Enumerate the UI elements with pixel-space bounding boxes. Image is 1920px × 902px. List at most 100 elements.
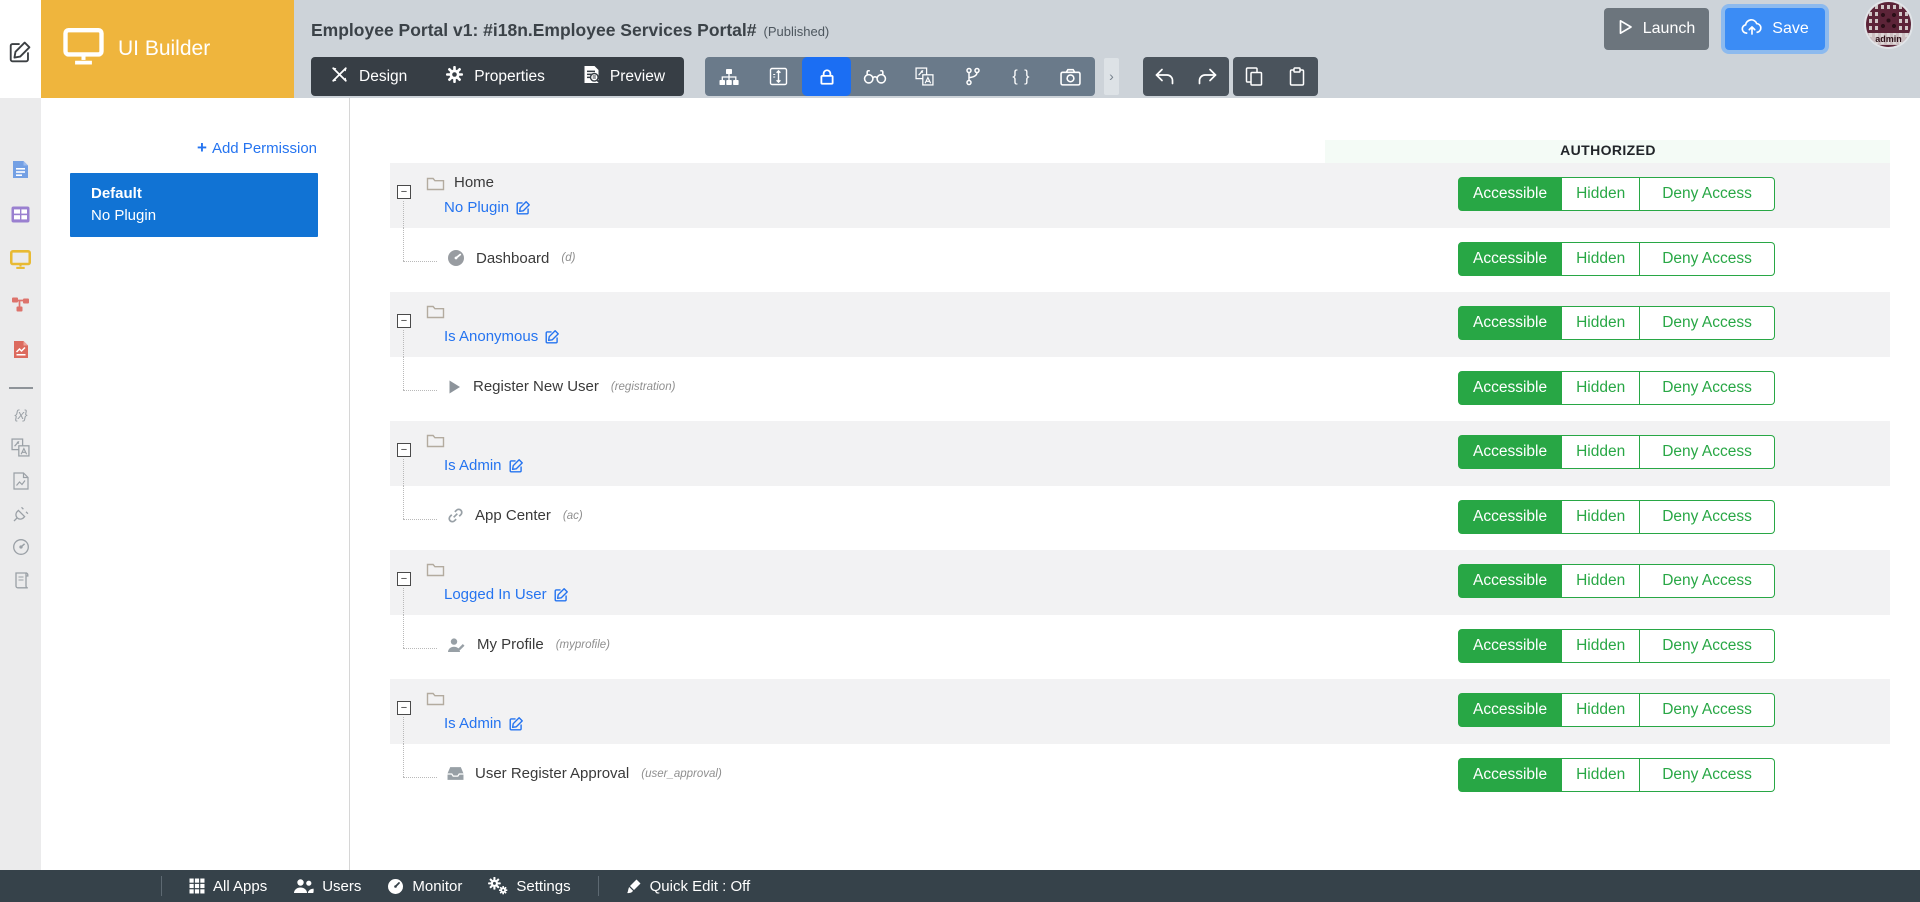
add-permission-link[interactable]: + Add Permission [41, 138, 317, 158]
menu-item[interactable]: App Center (ac) [447, 507, 583, 524]
preview-button[interactable]: Preview [564, 57, 684, 96]
tool-translate-icon[interactable] [900, 57, 949, 96]
access-option-deny-access[interactable]: Deny Access [1640, 242, 1775, 276]
design-button[interactable]: Design [311, 57, 426, 96]
access-option-hidden[interactable]: Hidden [1562, 500, 1641, 534]
tool-binoculars-icon[interactable] [851, 57, 900, 96]
permission-link[interactable]: Is Admin [444, 715, 524, 732]
tool-braces-icon[interactable]: { } [997, 57, 1046, 96]
edit-icon [516, 200, 531, 215]
rail-item-userview-icon[interactable] [10, 250, 31, 269]
undo-button[interactable] [1143, 57, 1186, 96]
access-option-hidden[interactable]: Hidden [1562, 758, 1641, 792]
access-option-deny-access[interactable]: Deny Access [1640, 435, 1775, 469]
access-option-hidden[interactable]: Hidden [1562, 693, 1641, 727]
toolbar-scroll-right-chevron[interactable]: › [1104, 58, 1119, 95]
rail-item-resources-icon[interactable] [12, 471, 29, 490]
collapse-toggle[interactable]: − [397, 572, 411, 586]
access-option-deny-access[interactable]: Deny Access [1640, 693, 1775, 727]
access-option-hidden[interactable]: Hidden [1562, 564, 1641, 598]
access-option-hidden[interactable]: Hidden [1562, 629, 1641, 663]
published-status: (Published) [763, 24, 830, 39]
footer-item-all-apps[interactable]: All Apps [189, 878, 267, 895]
rail-item-report-icon[interactable] [13, 340, 29, 359]
permission-link[interactable]: Is Anonymous [444, 328, 560, 345]
access-option-deny-access[interactable]: Deny Access [1640, 306, 1775, 340]
access-option-deny-access[interactable]: Deny Access [1640, 177, 1775, 211]
access-option-accessible[interactable]: Accessible [1458, 693, 1563, 727]
permission-link-label: Is Anonymous [444, 328, 539, 345]
rail-item-variable-icon[interactable]: {x} [14, 405, 27, 424]
app-name: UI Builder [118, 37, 211, 60]
menu-item[interactable]: My Profile (myprofile) [447, 636, 610, 653]
rail-item-i18n-icon[interactable] [11, 438, 30, 457]
access-option-hidden[interactable]: Hidden [1562, 371, 1641, 405]
access-option-accessible[interactable]: Accessible [1458, 177, 1563, 211]
menu-item-label: Register New User [473, 378, 599, 395]
footer-item-settings[interactable]: Settings [488, 877, 571, 895]
tool-sitemap-icon[interactable] [705, 57, 754, 96]
access-option-deny-access[interactable]: Deny Access [1640, 758, 1775, 792]
menu-item[interactable]: Dashboard (d) [447, 249, 575, 267]
footer-item-monitor[interactable]: Monitor [387, 878, 462, 895]
access-option-accessible[interactable]: Accessible [1458, 500, 1563, 534]
rail-item-process-icon[interactable] [11, 295, 30, 314]
access-option-accessible[interactable]: Accessible [1458, 306, 1563, 340]
tool-camera-icon[interactable] [1046, 57, 1095, 96]
access-option-accessible[interactable]: Accessible [1458, 435, 1563, 469]
permission-link[interactable]: Is Admin [444, 457, 524, 474]
access-option-hidden[interactable]: Hidden [1562, 177, 1641, 211]
design-icon [330, 65, 349, 89]
access-option-accessible[interactable]: Accessible [1458, 371, 1563, 405]
rail-item-plugin-icon[interactable] [12, 504, 30, 523]
properties-button[interactable]: Properties [426, 57, 564, 96]
access-option-deny-access[interactable]: Deny Access [1640, 500, 1775, 534]
menu-item[interactable]: User Register Approval (user_approval) [447, 765, 722, 782]
access-option-hidden[interactable]: Hidden [1562, 242, 1641, 276]
rail-item-license-icon[interactable] [13, 570, 29, 589]
permission-link[interactable]: Logged In User [444, 586, 569, 603]
redo-button[interactable] [1186, 57, 1229, 96]
rail-item-performance-icon[interactable] [12, 537, 30, 556]
access-option-hidden[interactable]: Hidden [1562, 306, 1641, 340]
access-option-accessible[interactable]: Accessible [1458, 564, 1563, 598]
tool-branch-icon[interactable] [948, 57, 997, 96]
left-icon-rail: {x} [0, 98, 41, 870]
access-option-accessible[interactable]: Accessible [1458, 758, 1563, 792]
category-line [426, 303, 445, 319]
collapse-toggle[interactable]: − [397, 701, 411, 715]
access-option-deny-access[interactable]: Deny Access [1640, 371, 1775, 405]
access-option-deny-access[interactable]: Deny Access [1640, 564, 1775, 598]
menu-item[interactable]: Register New User (registration) [447, 378, 675, 395]
tree-connector [403, 777, 437, 778]
permission-link[interactable]: No Plugin [444, 199, 531, 216]
tree-connector [403, 648, 437, 649]
tree-section-row: − Home No Plugin Accessible Hidden Deny Acces… [390, 163, 1890, 228]
edit-pencil-icon[interactable] [9, 40, 32, 68]
copy-button[interactable] [1233, 57, 1276, 96]
footer-item-quick-edit-off[interactable]: Quick Edit : Off [626, 878, 750, 895]
plugin-icon [12, 505, 30, 523]
access-toggle-group: Accessible Hidden Deny Access [1458, 177, 1775, 211]
license-icon [13, 571, 29, 589]
access-option-hidden[interactable]: Hidden [1562, 435, 1641, 469]
access-option-deny-access[interactable]: Deny Access [1640, 629, 1775, 663]
collapse-toggle[interactable]: − [397, 443, 411, 457]
category-line [426, 432, 445, 448]
collapse-toggle[interactable]: − [397, 185, 411, 199]
rail-item-datalist-icon[interactable] [11, 205, 30, 224]
tree-connector [403, 228, 404, 261]
footer-item-users[interactable]: Users [293, 878, 361, 895]
launch-button[interactable]: Launch [1604, 8, 1709, 50]
access-option-accessible[interactable]: Accessible [1458, 242, 1563, 276]
save-button[interactable]: Save [1725, 8, 1825, 50]
user-avatar[interactable]: admin [1866, 2, 1911, 47]
edit-icon [509, 716, 524, 731]
tool-screens-icon[interactable] [754, 57, 803, 96]
collapse-toggle[interactable]: − [397, 314, 411, 328]
paste-button[interactable] [1276, 57, 1319, 96]
rail-item-form-icon[interactable] [12, 160, 29, 179]
permission-card-default[interactable]: Default No Plugin [70, 173, 318, 237]
access-option-accessible[interactable]: Accessible [1458, 629, 1563, 663]
tool-lock-icon[interactable] [802, 57, 852, 96]
